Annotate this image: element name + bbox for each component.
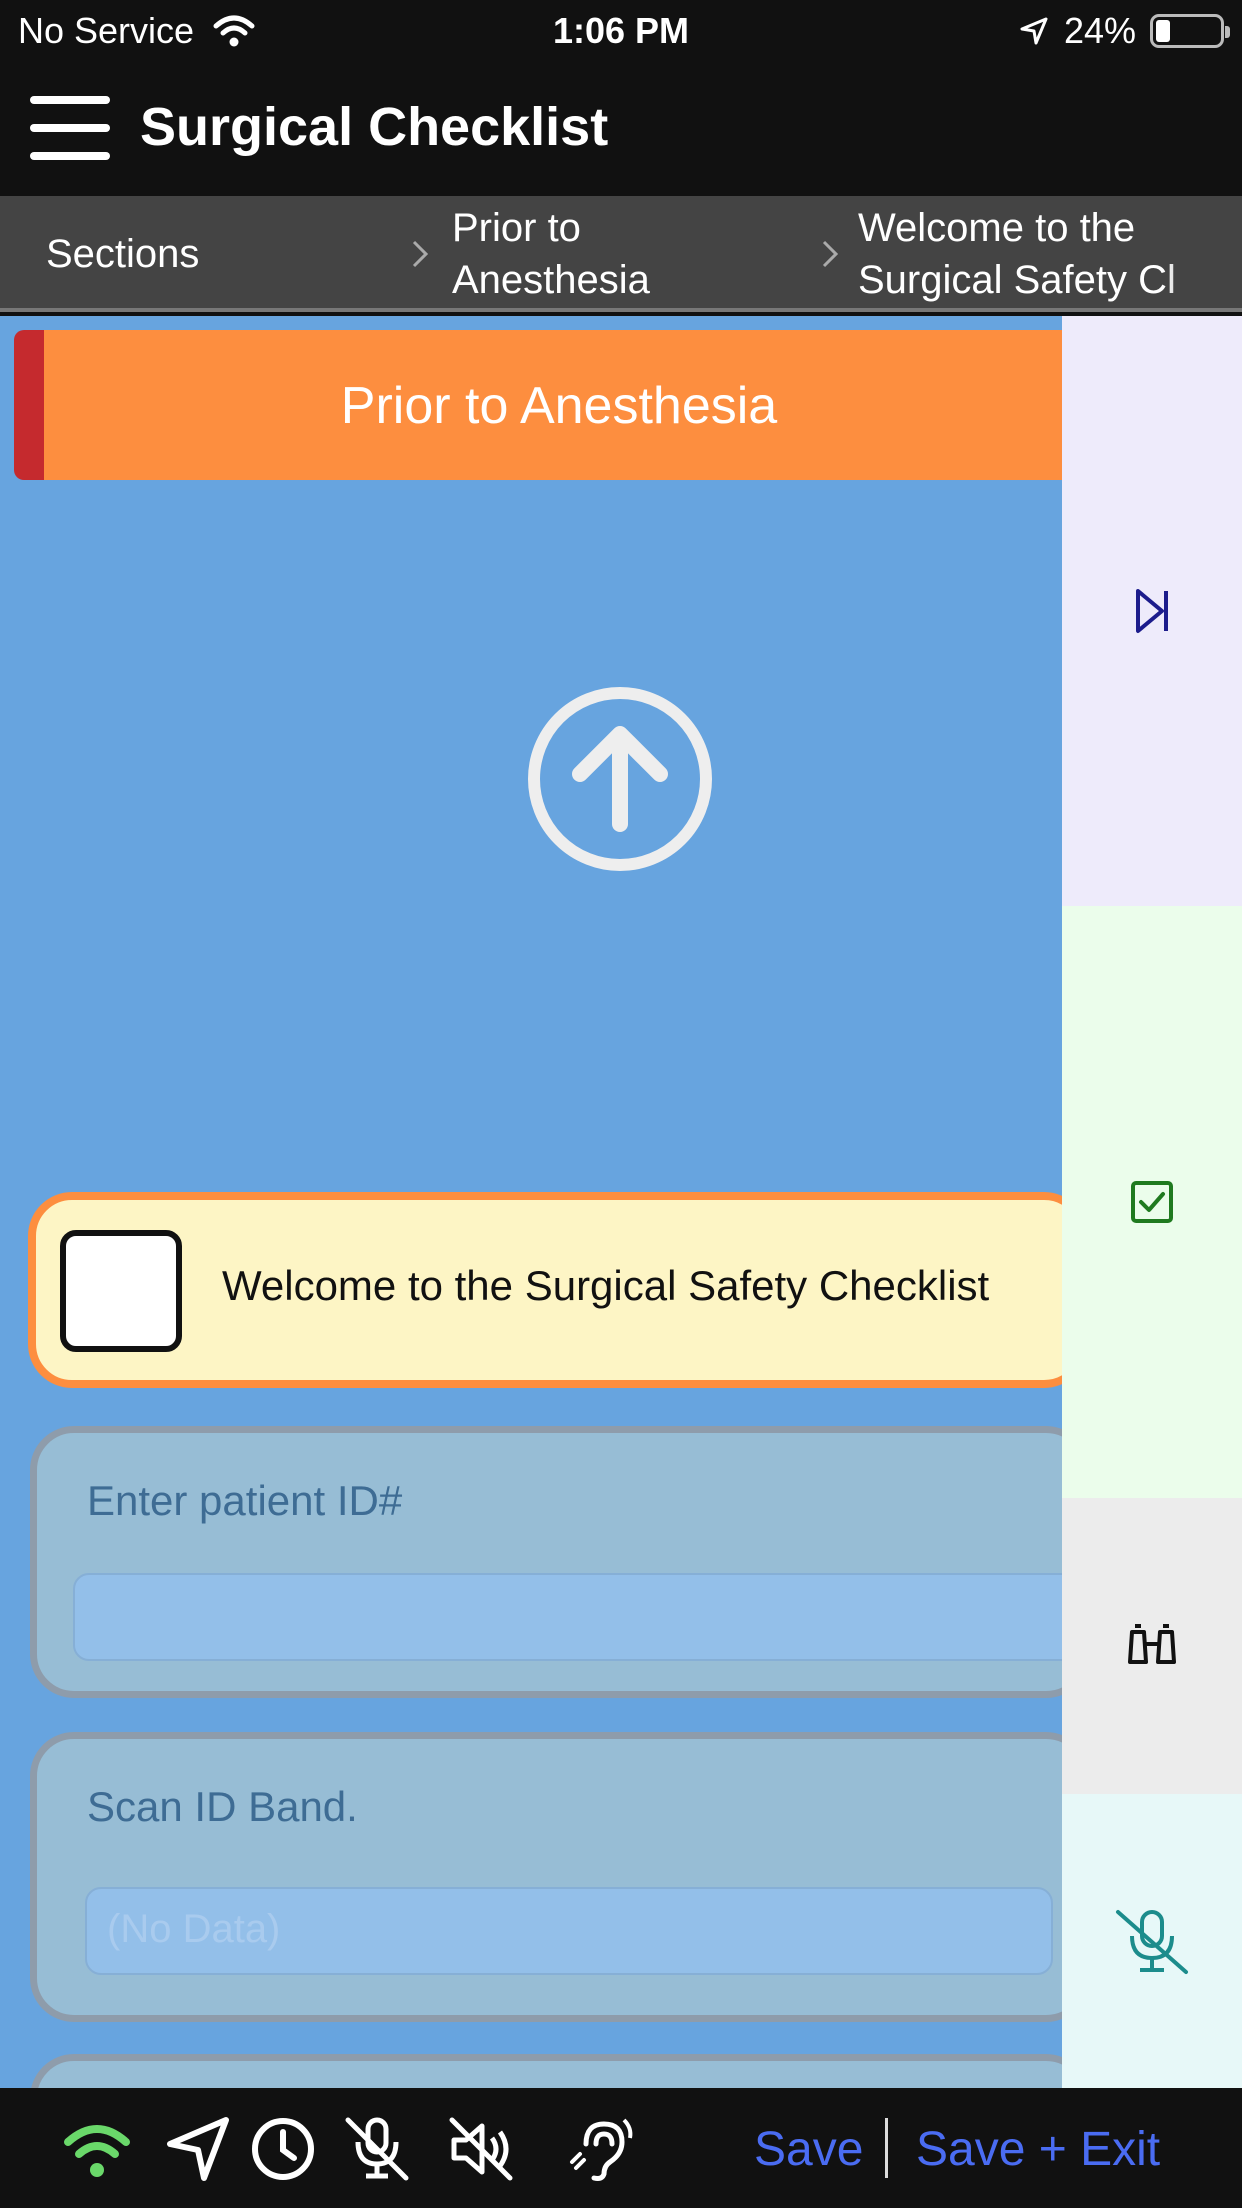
scan-id-input[interactable]: (No Data) [85, 1887, 1053, 1975]
skip-forward-icon [1136, 589, 1168, 633]
app-header: Surgical Checklist [0, 66, 1242, 196]
checklist-item[interactable]: Welcome to the Surgical Safety Checklist [28, 1192, 1062, 1388]
patient-id-label: Enter patient ID# [87, 1477, 403, 1524]
scan-id-label: Scan ID Band. [87, 1783, 358, 1830]
scan-id-card: Scan ID Band. (No Data) [30, 1732, 1062, 2022]
breadcrumb-line: Anesthesia [452, 258, 650, 302]
chevron-right-icon [412, 240, 429, 268]
battery-icon [1150, 14, 1230, 48]
checklist-item-label: Welcome to the Surgical Safety Checklist [222, 1262, 990, 1309]
microphone-off-icon[interactable] [342, 2114, 412, 2184]
battery-percent: 24% [1063, 10, 1136, 51]
chevron-right-icon [822, 240, 839, 268]
breadcrumb-sections[interactable]: Sections [46, 228, 199, 280]
patient-id-input[interactable] [73, 1573, 1062, 1661]
breadcrumb-welcome[interactable]: Welcome to the Surgical Safety Cl [858, 202, 1203, 306]
hamburger-menu-icon[interactable] [30, 94, 110, 162]
status-bar: No Service 1:06 PM 24% [0, 0, 1242, 66]
binoculars-icon [1128, 1624, 1176, 1664]
breadcrumb-line: Welcome to the [858, 206, 1136, 250]
section-header: Prior to Anesthesia [14, 330, 1062, 480]
save-exit-button[interactable]: Save + Exit [916, 2122, 1160, 2177]
save-button[interactable]: Save [754, 2122, 863, 2177]
app-title: Surgical Checklist [140, 97, 609, 157]
check-button[interactable] [1062, 906, 1242, 1498]
breadcrumb-fade [1162, 196, 1242, 308]
breadcrumb-line: Prior to [452, 206, 581, 250]
next-field-card [30, 2054, 1062, 2088]
section-title: Prior to Anesthesia [340, 377, 778, 435]
checkbox-checked-icon [1131, 1181, 1173, 1223]
location-arrow-icon[interactable] [164, 2114, 234, 2184]
wifi-icon[interactable] [62, 2114, 132, 2184]
toolbar-divider [885, 2118, 888, 2178]
checklist-content[interactable]: Prior to Anesthesia Welcome to the Surgi… [0, 316, 1062, 2088]
breadcrumb-prior-to-anesthesia[interactable]: Prior to Anesthesia [452, 202, 792, 306]
bottom-toolbar: Save Save + Exit [0, 2088, 1242, 2208]
hearing-icon[interactable] [566, 2114, 636, 2184]
patient-id-card: Enter patient ID# [30, 1426, 1062, 1698]
status-right: 24% [1018, 10, 1230, 52]
breadcrumb-sections-label: Sections [46, 232, 200, 276]
microphone-off-icon [1116, 1910, 1188, 1974]
checklist-checkbox[interactable] [60, 1230, 182, 1352]
speaker-muted-icon[interactable] [446, 2114, 516, 2184]
find-button[interactable] [1062, 1498, 1242, 1794]
clock-icon[interactable] [248, 2114, 318, 2184]
location-arrow-icon [1020, 17, 1048, 45]
microphone-toggle-button[interactable] [1062, 1794, 1242, 2088]
breadcrumb: Sections Prior to Anesthesia Welcome to … [0, 196, 1242, 312]
action-rail [1062, 316, 1242, 2088]
arrow-up-circle-icon[interactable] [525, 684, 715, 874]
skip-button[interactable] [1062, 316, 1242, 906]
breadcrumb-line: Surgical Safety Cl [858, 258, 1176, 302]
